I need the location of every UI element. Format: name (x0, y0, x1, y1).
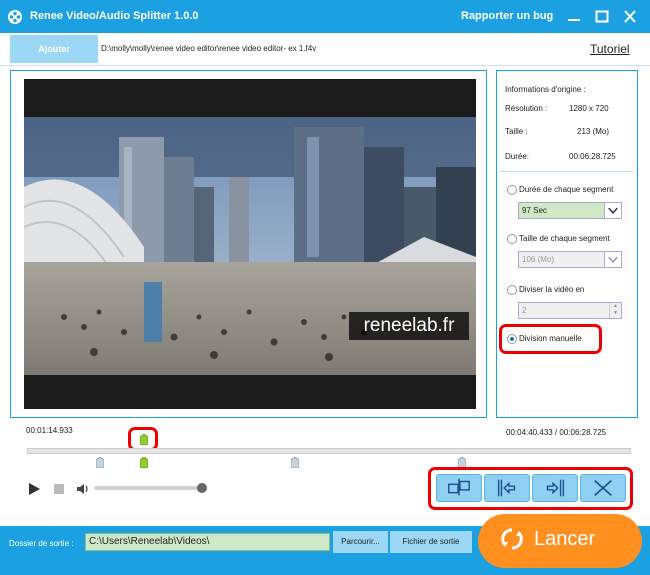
info-heading: Informations d'origine : (505, 85, 586, 94)
arrow-right-to-bar-icon (546, 479, 565, 497)
start-button-label: Lancer (534, 528, 596, 550)
file-path: D:\molly\molly\renee video editor\renee … (101, 44, 317, 53)
cut-x-icon (594, 479, 612, 497)
segment-size-radio[interactable] (507, 234, 517, 244)
split-point-icon (448, 478, 470, 496)
stepper-arrows-icon[interactable]: ▲ ▼ (609, 303, 621, 318)
chevron-down-icon[interactable] (604, 252, 621, 267)
close-icon[interactable] (618, 6, 642, 28)
divide-count-stepper[interactable]: 2 ▲ ▼ (518, 302, 622, 319)
play-icon[interactable] (27, 482, 41, 496)
segment-size-select[interactable]: 106 (Mo) (518, 251, 622, 268)
duration-label: Durée: (505, 152, 530, 161)
resolution-value: 1280 x 720 (569, 104, 609, 113)
output-folder-input[interactable]: C:\Users\Reneelab\Videos\ (85, 533, 330, 551)
tutorial-link[interactable]: Tutoriel (590, 42, 630, 56)
jump-to-start-button[interactable] (484, 474, 530, 502)
segment-duration-value: 97 Sec (522, 206, 547, 215)
arrow-left-to-bar-icon (497, 479, 516, 497)
watermark-label: reneelab.fr (349, 312, 469, 340)
stop-icon[interactable] (53, 483, 65, 495)
volume-slider[interactable] (94, 486, 204, 490)
window-title: Renee Video/Audio Splitter 1.0.0 (30, 10, 199, 22)
minimize-icon[interactable] (562, 6, 586, 28)
refresh-icon (501, 528, 523, 550)
jump-to-end-button[interactable] (532, 474, 578, 502)
title-bar: Renee Video/Audio Splitter 1.0.0 Rapport… (0, 0, 650, 33)
divide-count-value: 2 (522, 306, 527, 315)
manual-division-label: Division manuelle (519, 334, 582, 343)
info-divider (500, 171, 634, 172)
delete-split-button[interactable] (580, 474, 626, 502)
split-marker[interactable] (96, 457, 104, 468)
segment-duration-select[interactable]: 97 Sec (518, 202, 622, 219)
add-file-button[interactable]: Ajouter (10, 35, 98, 63)
segment-size-label: Taille de chaque segment (519, 234, 610, 243)
volume-icon[interactable] (76, 482, 90, 496)
segment-duration-radio[interactable] (507, 185, 517, 195)
start-button[interactable]: Lancer (478, 514, 642, 568)
toolbar-divider (0, 65, 650, 66)
options-panel (496, 70, 638, 418)
open-output-button[interactable]: Fichier de sortie (390, 531, 472, 553)
maximize-icon[interactable] (590, 6, 614, 28)
video-preview[interactable]: reneelab.fr (24, 79, 476, 409)
divide-video-radio[interactable] (507, 285, 517, 295)
size-value: 213 (Mo) (577, 127, 610, 136)
browse-button[interactable]: Parcourir... (333, 531, 388, 553)
add-split-point-button[interactable] (436, 474, 482, 502)
size-label: Taille : (505, 127, 528, 136)
timeline-track[interactable] (27, 448, 631, 454)
split-marker[interactable] (291, 457, 299, 468)
video-panel: reneelab.fr (10, 70, 487, 418)
volume-knob[interactable] (197, 483, 207, 493)
divide-video-label: Diviser la vidéo en (519, 285, 585, 294)
playhead-thumb[interactable] (140, 434, 148, 445)
resolution-label: Résolution : (505, 104, 548, 113)
selection-range-time: 00:04:40.433 / 00:06:28.725 (506, 428, 607, 437)
current-time: 00:01:14.933 (26, 426, 73, 435)
segment-size-value: 106 (Mo) (522, 255, 555, 264)
output-folder-label: Dossier de sortie : (9, 539, 74, 548)
chevron-down-icon[interactable] (604, 203, 621, 218)
duration-value: 00:06:28.725 (569, 152, 616, 161)
segment-duration-label: Durée de chaque segment (519, 185, 614, 194)
split-marker-active[interactable] (140, 457, 148, 468)
manual-division-radio[interactable] (507, 334, 517, 344)
film-reel-icon (8, 10, 22, 24)
report-bug-link[interactable]: Rapporter un bug (461, 10, 553, 22)
